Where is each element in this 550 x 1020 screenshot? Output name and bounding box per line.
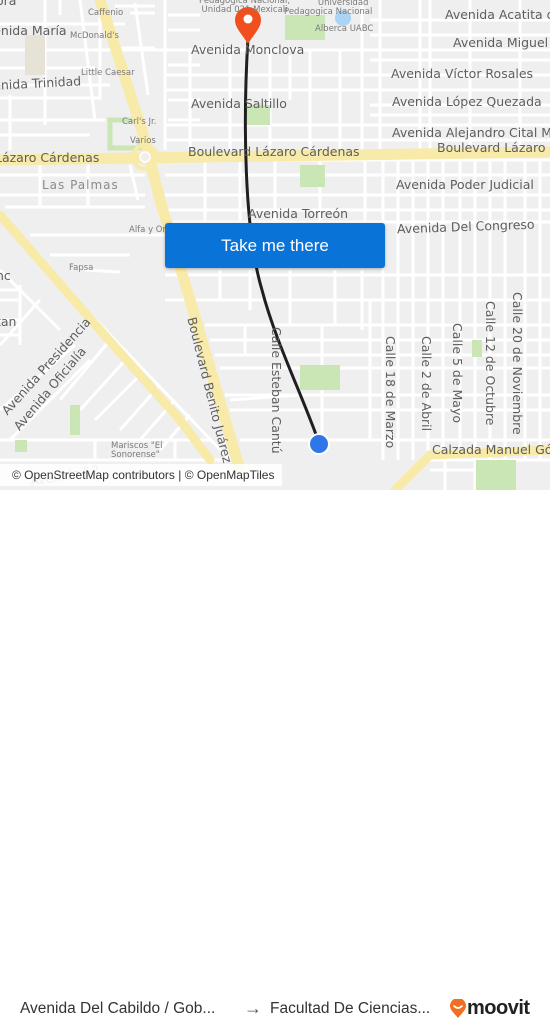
map-attribution[interactable]: © OpenStreetMap contributors | © OpenMap… [0,464,283,486]
poi-carls-jr: Carl's Jr. [122,117,157,127]
poi-varios: Varios [130,136,156,146]
street-label-partial-top-left: ora [0,0,17,8]
footer-bar: Avenida Del Cabildo / Gob... → Facultad … [0,490,550,1019]
street-label-calle-esteban-cantu: Calle Esteban Cantú [269,327,284,454]
street-label-avenida-poder-judicial: Avenida Poder Judicial [396,177,534,192]
poi-fapsa: Fapsa [69,263,94,273]
neighborhood-las-palmas: Las Palmas [42,178,119,192]
origin-stop-name: Avenida Del Cabildo / Gob... [20,1000,216,1017]
moovit-logo[interactable]: moovit [449,997,530,1020]
poi-mariscos-el-sonorense: Mariscos "El Sonorense" [111,441,163,460]
street-label-lazaro-cardenas-left: Lázaro Cárdenas [0,150,100,165]
street-label-partial-nc: nc [0,268,11,283]
street-label-avenida-victor-rosales: Avenida Víctor Rosales [391,66,534,81]
poi-little-caesar: Little Caesar [81,68,135,78]
street-label-calle-12-de-octubre: Calle 12 de Octubre [483,301,498,426]
street-label-avenida-monclova: Avenida Monclova [191,42,305,57]
arrow-right-icon: → [244,998,262,1018]
street-label-lazaro-cardenas-right: Boulevard Lázaro C [437,140,550,155]
moovit-logo-text: moovit [467,997,530,1019]
street-label-calzada-manuel-gomez: Calzada Manuel Gór [432,442,550,457]
street-label-avenida-lopez-quezada: Avenida López Quezada [392,94,542,109]
landuse-block [25,35,45,75]
street-label-calle-20-de-noviembre: Calle 20 de Noviembre [510,292,525,435]
poi-mcdonalds: McDonald's [70,31,119,41]
take-me-there-button[interactable]: Take me there [165,223,385,268]
street-label-avenida-saltillo: Avenida Saltillo [191,96,287,111]
street-label-avenida-alejandro-cital: Avenida Alejandro Cital Me [392,125,550,140]
poi-alberca-uabc: Alberca UABC [315,24,374,34]
destination-name: Facultad De Ciencias... [270,1000,431,1017]
poi-universidad-pedagogica-unidad-021: Pedagogica Nacional, Unidad 021 Mexicali [199,0,291,15]
moovit-pin-icon [450,998,466,1018]
street-label-avenida-acatita: Avenida Acatita de [445,7,550,22]
street-label-lazaro-cardenas-center: Boulevard Lázaro Cárdenas [188,144,360,159]
poi-caffenio: Caffenio [88,8,124,18]
street-label-partial-tan: tan [0,314,17,329]
map[interactable]: ora Avenida María Avenida Trinidad Aveni… [0,0,550,490]
street-label-avenida-torreon: Avenida Torreón [248,206,349,221]
street-label-calle-2-de-abril: Calle 2 de Abril [419,336,434,432]
poi-universidad-pedagogica-nacional: Universidad Pedagogica Nacional [284,0,373,17]
street-label-avenida-maria: Avenida María [0,23,67,38]
street-label-calle-18-de-marzo: Calle 18 de Marzo [383,336,398,449]
street-label-calle-5-de-mayo: Calle 5 de Mayo [450,323,465,424]
street-label-avenida-miguel: Avenida Miguel E [453,35,550,50]
origin-location-icon[interactable] [308,433,330,455]
